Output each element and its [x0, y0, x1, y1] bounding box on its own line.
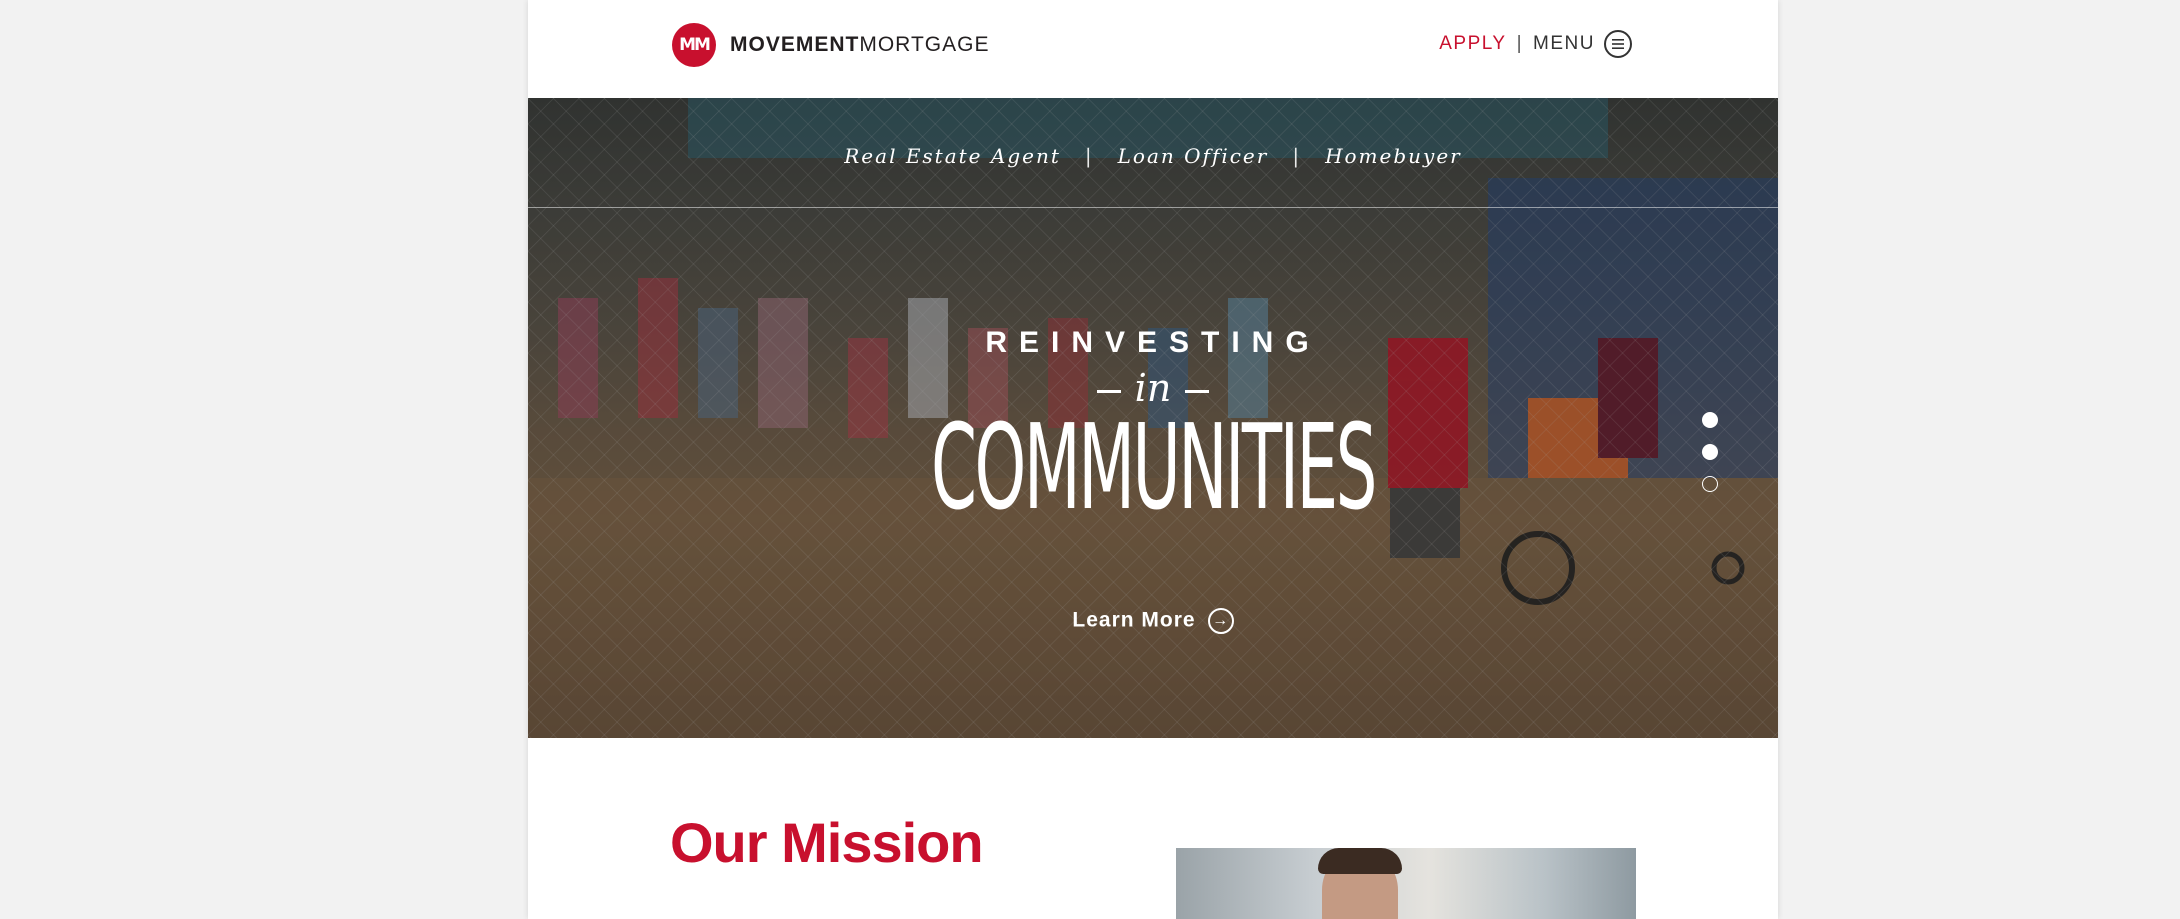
arrow-right-circle-icon: →	[1207, 608, 1234, 634]
page-container: MM MOVEMENTMORTGAGE APPLY | MENU Real Es…	[528, 0, 1778, 919]
site-header: MM MOVEMENTMORTGAGE APPLY | MENU	[528, 0, 1778, 98]
apply-link[interactable]: APPLY	[1439, 33, 1506, 55]
brand-name-light: MORTGAGE	[859, 33, 990, 56]
menu-hamburger-icon[interactable]	[1604, 30, 1632, 58]
subnav-real-estate-agent[interactable]: Real Estate Agent	[844, 144, 1061, 168]
subnav-divider: |	[1292, 144, 1302, 168]
headline-reinvesting: REINVESTING	[985, 326, 1321, 359]
logo-link[interactable]: MM MOVEMENTMORTGAGE	[672, 23, 989, 67]
logo-mm-icon: MM	[672, 23, 716, 67]
mission-photo-hair	[1318, 848, 1402, 874]
brand-name-bold: MOVEMENT	[730, 33, 860, 56]
slide-dot-3[interactable]	[1702, 476, 1718, 492]
audience-subnav-items: Real Estate Agent | Loan Officer | Homebuyer	[528, 144, 1778, 168]
nav-separator: |	[1516, 33, 1524, 54]
learn-more-button[interactable]: Learn More →	[528, 608, 1778, 634]
subnav-homebuyer[interactable]: Homebuyer	[1325, 144, 1462, 168]
header-nav: APPLY | MENU	[1439, 30, 1632, 58]
headline-dash-right	[1185, 390, 1210, 393]
slide-dot-2[interactable]	[1702, 444, 1718, 460]
learn-more-label: Learn More	[1072, 608, 1196, 632]
headline-dash-left	[1096, 390, 1121, 393]
subnav-divider: |	[1084, 144, 1094, 168]
audience-subnav: Real Estate Agent | Loan Officer | Homebuyer	[528, 98, 1778, 208]
subnav-loan-officer[interactable]: Loan Officer	[1118, 144, 1269, 168]
mission-heading: Our Mission	[670, 811, 984, 874]
slide-dot-1[interactable]	[1702, 412, 1718, 428]
mission-photo	[1176, 848, 1636, 919]
headline-communities: COMMUNITIES	[931, 398, 1377, 536]
menu-button-label[interactable]: MENU	[1533, 33, 1595, 55]
hero-banner: Real Estate Agent | Loan Officer | Homebuyer…	[528, 98, 1778, 738]
slide-pagination	[1702, 412, 1718, 508]
brand-name: MOVEMENTMORTGAGE	[730, 33, 989, 57]
